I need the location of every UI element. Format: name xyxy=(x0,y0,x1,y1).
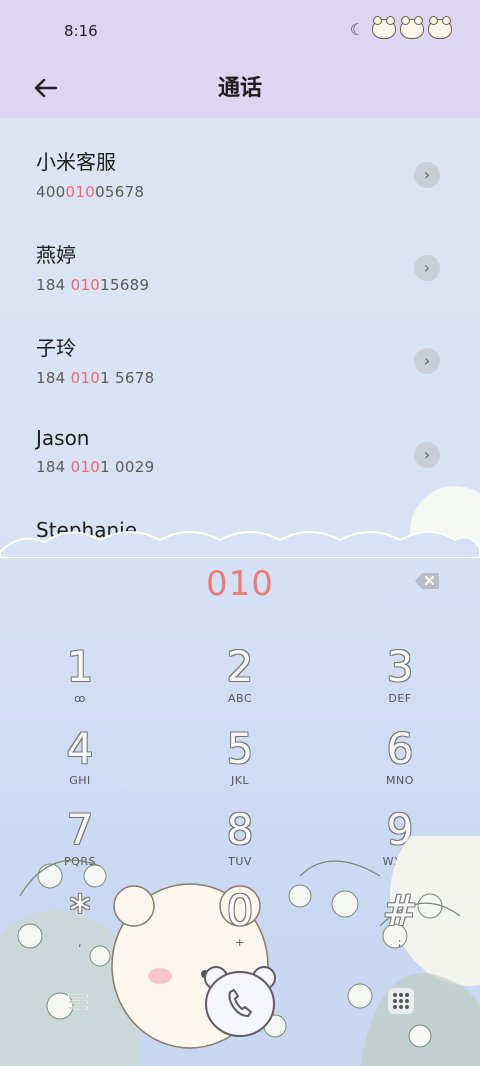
key-5[interactable]: 5 JKL xyxy=(180,726,300,796)
voicemail-icon: ꝏ xyxy=(74,692,86,705)
list-item[interactable]: Jason 184 0101 0029 › xyxy=(36,426,456,506)
backspace-icon xyxy=(415,573,439,589)
list-item[interactable]: 子玲 184 0101 5678 › xyxy=(36,332,456,412)
status-time: 8:16 xyxy=(64,22,98,40)
list-item[interactable]: 小米客服 40001005678 › xyxy=(36,146,456,226)
dialpad-grid-icon xyxy=(388,988,414,1014)
key-star[interactable]: * , xyxy=(20,888,140,958)
contact-number: 184 0101 5678 xyxy=(36,369,155,387)
scalloped-edge xyxy=(0,531,480,558)
bear-battery-icon xyxy=(428,16,452,39)
contact-number: 184 01015689 xyxy=(36,276,150,294)
page-title: 通话 xyxy=(217,76,262,101)
contact-list: 小米客服 40001005678 › 燕婷 184 01015689 › 子玲 … xyxy=(0,118,480,548)
menu-icon xyxy=(67,994,89,1010)
bear-wifi-icon xyxy=(400,16,424,39)
delete-button[interactable] xyxy=(414,572,440,590)
status-icons: ☾ xyxy=(346,16,452,39)
app-bar: 通话 xyxy=(0,62,480,118)
chevron-right-icon[interactable]: › xyxy=(414,255,440,281)
key-4[interactable]: 4 GHI xyxy=(20,726,140,796)
status-bar: 8:16 ☾ xyxy=(0,0,480,62)
chevron-right-icon[interactable]: › xyxy=(414,162,440,188)
dialed-number: 010 xyxy=(206,564,274,604)
key-hash[interactable]: # ; xyxy=(340,888,460,958)
dialpad-toggle-button[interactable] xyxy=(388,988,414,1014)
bear-phone-icon xyxy=(204,966,276,1037)
key-1[interactable]: 1 ꝏ xyxy=(20,644,140,714)
contact-number: 184 0101 0029 xyxy=(36,458,155,476)
contact-number: 40001005678 xyxy=(36,183,145,201)
key-6[interactable]: 6 MNO xyxy=(340,726,460,796)
contact-name: 小米客服 xyxy=(36,150,116,174)
key-0[interactable]: 0 + xyxy=(180,888,300,958)
call-button[interactable] xyxy=(200,964,280,1038)
contact-name: 燕婷 xyxy=(36,243,76,267)
contact-name: 子玲 xyxy=(36,336,76,360)
contact-name: Jason xyxy=(36,426,90,450)
list-item[interactable]: 燕婷 184 01015689 › xyxy=(36,239,456,319)
menu-button[interactable] xyxy=(66,992,90,1012)
chevron-right-icon[interactable]: › xyxy=(414,348,440,374)
key-2[interactable]: 2 ABC xyxy=(180,644,300,714)
key-3[interactable]: 3 DEF xyxy=(340,644,460,714)
chevron-right-icon[interactable]: › xyxy=(414,442,440,468)
moon-icon: ☾ xyxy=(349,19,365,39)
bear-signal-icon xyxy=(372,16,396,39)
